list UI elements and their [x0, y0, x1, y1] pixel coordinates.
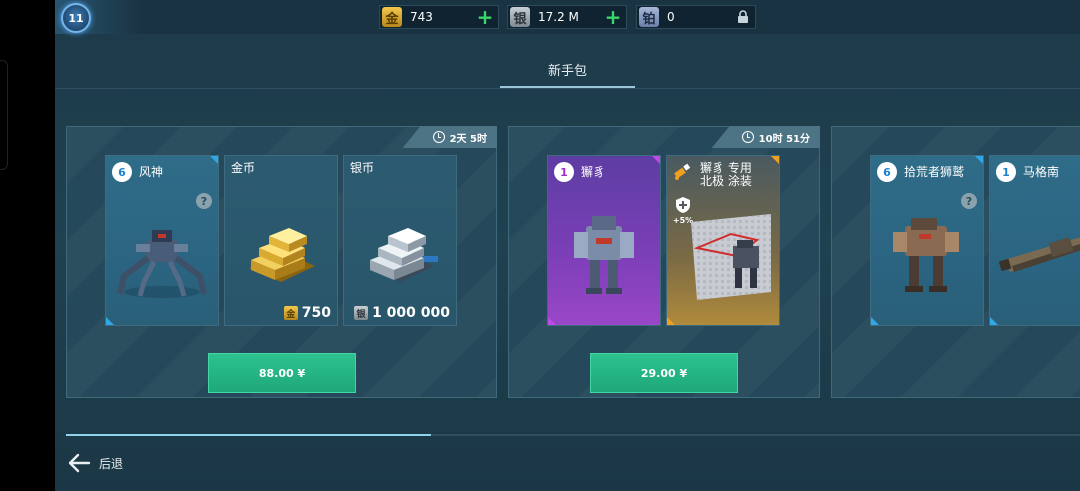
item-name: 银币 [350, 161, 375, 175]
timer-text: 2天 5时 [449, 133, 487, 145]
gold-bars-icon [249, 228, 315, 282]
item-card-robot[interactable]: 1 獬豸 [547, 155, 661, 326]
card-header: 银币 [350, 162, 450, 175]
bundle-panel-3[interactable]: 6 拾荒者狮鹫 ? 1 马格南 [831, 126, 1080, 398]
mech-robot-icon [574, 216, 634, 294]
gold-icon: 金 [283, 306, 298, 320]
header-divider [55, 88, 1080, 89]
card-header: 6 拾荒者狮鹫 [877, 162, 977, 182]
paint-brush-icon [674, 163, 691, 180]
device-notch [0, 60, 8, 170]
walker-robot-icon [893, 218, 959, 292]
rarity-corner [106, 317, 114, 325]
scroll-progress-track [66, 434, 1080, 436]
top-bar: 11 金 743 + 银 17.2 M + 铂 0 [55, 0, 1080, 34]
item-level-badge: 1 [996, 162, 1016, 182]
silver-icon: 银 [510, 7, 530, 27]
item-name: 风神 [139, 164, 164, 179]
clock-icon [432, 131, 445, 143]
silver-currency: 银 17.2 M + [507, 5, 627, 29]
back-label: 后退 [99, 456, 124, 471]
gold-currency: 金 743 + [379, 5, 499, 29]
bundle-panel-1[interactable]: 2天 5时 6 风神 ? 金币 金 750 银币 银 1 000 000 88.… [66, 126, 497, 398]
card-header: 1 马格南 [996, 162, 1080, 182]
bundle-timer: 10时 51分 [711, 126, 820, 148]
item-amount: 金 750 [283, 305, 331, 321]
rarity-corner [990, 317, 998, 325]
bundle-panel-2[interactable]: 10时 51分 1 獬豸 獬豸 专用 北极 涂装 +5% 29.00 ¥ [508, 126, 820, 398]
item-name: 獬豸 [581, 164, 606, 179]
buy-button[interactable]: 29.00 ¥ [590, 353, 738, 393]
timer-text: 10时 51分 [758, 133, 810, 145]
rarity-corner [667, 317, 675, 325]
amount-value: 1 000 000 [372, 305, 450, 321]
card-header: 6 风神 [112, 162, 212, 182]
item-level-badge: 6 [877, 162, 897, 182]
skin-preview-icon [691, 214, 771, 300]
clock-icon [741, 131, 754, 143]
rarity-corner [871, 317, 879, 325]
item-card-robot[interactable]: 6 风神 ? [105, 155, 219, 326]
silver-icon: 银 [354, 306, 369, 320]
item-card-gold[interactable]: 金币 金 750 [224, 155, 338, 326]
cannon-weapon-icon [998, 237, 1080, 272]
item-name: 獬豸 专用 北极 涂装 [700, 161, 752, 188]
lock-icon[interactable] [735, 8, 751, 26]
item-card-robot[interactable]: 6 拾荒者狮鹫 ? [870, 155, 984, 326]
gold-value: 743 [410, 10, 433, 24]
add-gold-button[interactable]: + [476, 7, 494, 27]
item-card-silver[interactable]: 银币 银 1 000 000 [343, 155, 457, 326]
item-card-skin[interactable]: 獬豸 专用 北极 涂装 +5% [666, 155, 780, 326]
silver-value: 17.2 M [538, 10, 579, 24]
page-title[interactable]: 新手包 [500, 60, 635, 79]
add-silver-button[interactable]: + [604, 7, 622, 27]
item-amount: 银 1 000 000 [354, 305, 450, 321]
platinum-currency: 铂 0 [636, 5, 756, 29]
device-bezel [0, 0, 55, 491]
back-button[interactable]: 后退 [67, 453, 123, 473]
card-header: 1 獬豸 [554, 162, 654, 182]
game-screen: 11 金 743 + 银 17.2 M + 铂 0 新手包 2天 5时 6 风神… [55, 0, 1080, 491]
arrow-left-icon [68, 453, 91, 473]
platinum-icon: 铂 [639, 7, 659, 27]
spider-robot-icon [117, 230, 207, 298]
gold-icon: 金 [382, 7, 402, 27]
silver-bars-icon [368, 228, 438, 282]
card-header: 獬豸 专用 北极 涂装 [673, 162, 773, 188]
amount-value: 750 [301, 305, 331, 321]
item-name: 金币 [231, 161, 256, 175]
item-level-badge: 1 [554, 162, 574, 182]
item-name: 马格南 [1023, 164, 1060, 179]
scroll-progress-fill [66, 434, 432, 436]
rarity-corner [548, 317, 556, 325]
item-card-weapon[interactable]: 1 马格南 [989, 155, 1080, 326]
buy-button[interactable]: 88.00 ¥ [208, 353, 356, 393]
item-name: 拾荒者狮鹫 [904, 164, 965, 179]
platinum-value: 0 [667, 10, 675, 24]
card-header: 金币 [231, 162, 331, 175]
item-level-badge: 6 [112, 162, 132, 182]
player-level-badge[interactable]: 11 [61, 3, 91, 33]
